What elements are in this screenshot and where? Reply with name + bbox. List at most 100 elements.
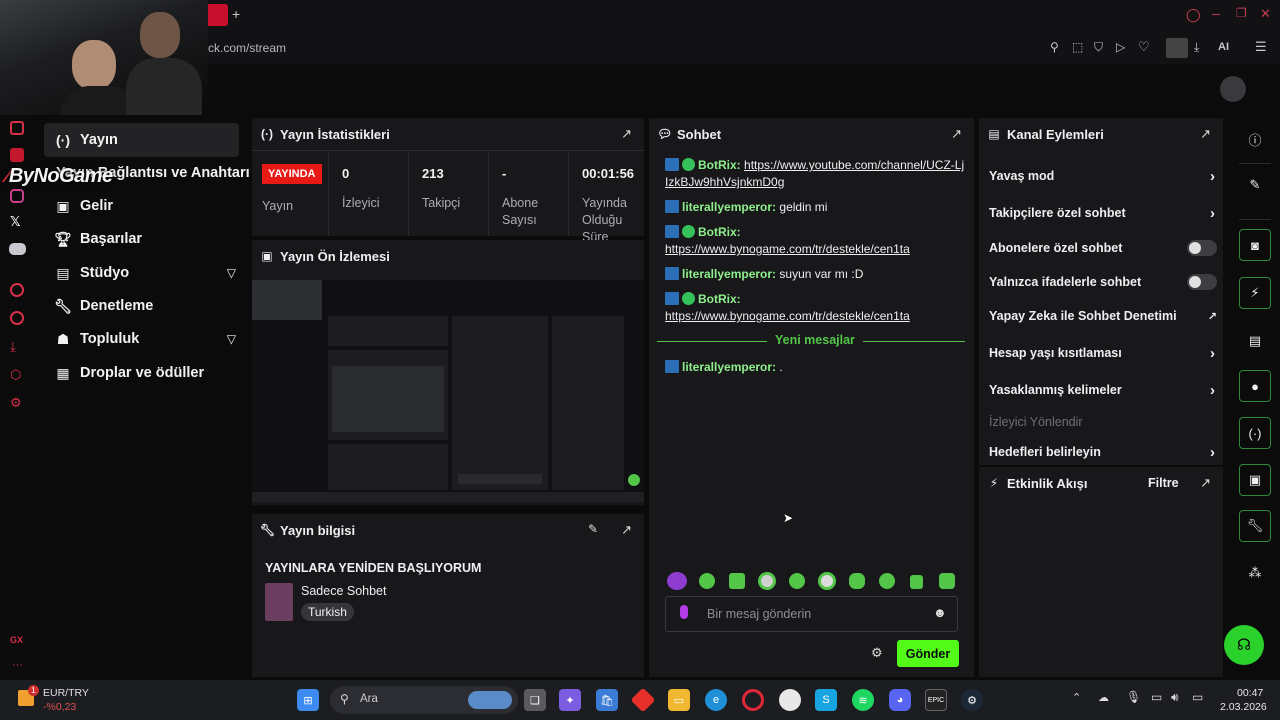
action-banned-words[interactable]: Yasaklanmış kelimeler › [989,376,1217,404]
nav-item-droplar[interactable]: ▦ Droplar ve ödüller [46,357,246,389]
file-explorer-icon[interactable]: ▭ [668,689,690,711]
player-icon[interactable] [10,283,24,297]
category-name[interactable]: Sadece Sohbet [301,584,387,598]
camera-icon[interactable]: ◙ [1239,229,1271,261]
popout-icon[interactable]: ↗ [621,522,632,538]
instagram-icon[interactable] [10,189,24,203]
popout-icon[interactable]: ↗ [1200,475,1211,491]
emoji-icon[interactable]: ☻ [933,605,947,620]
chat-link[interactable]: https://www.bynogame.com/tr/destekle/cen… [665,309,910,323]
url-text[interactable]: ck.com/stream [208,41,286,55]
chat-username[interactable]: BotRix: [698,225,741,239]
emote-only-toggle[interactable] [1187,274,1217,290]
chat-settings-icon[interactable]: ⚙ [871,645,883,661]
nav-item-yayin[interactable]: (·) Yayın [46,124,246,156]
maximize-icon[interactable]: ❐ [1236,6,1247,20]
emote-icon[interactable] [939,573,955,589]
history-icon[interactable] [10,311,24,325]
shield-icon[interactable]: ⛉ [1094,40,1103,55]
user-avatar[interactable] [1220,76,1246,102]
subscribers-only-toggle[interactable] [1187,240,1217,256]
nav-item-basarilar[interactable]: 🏆︎ Başarılar [46,223,246,255]
send-button[interactable]: Gönder [897,640,959,667]
popout-icon[interactable]: ↗ [1200,126,1211,142]
microphone-icon[interactable] [680,605,688,619]
profile-thumbnail[interactable] [1166,38,1188,58]
windows-start-icon[interactable]: ⊞ [297,689,319,711]
emote-icon[interactable] [818,572,836,590]
action-set-goals[interactable]: Hedefleri belirleyin › [989,438,1217,466]
mic-icon[interactable]: 🎙︎ [1126,690,1141,704]
edit-icon[interactable]: ✎ [588,522,598,536]
battery-icon[interactable]: ▭ [1192,690,1203,704]
category-thumbnail[interactable] [265,583,293,621]
pin-icon[interactable]: ⚲ [1050,40,1059,54]
popout-icon[interactable]: ↗ [621,126,632,142]
tag-pill[interactable]: Turkish [301,603,354,621]
volume-icon[interactable]: 🔊︎ [1171,690,1179,705]
stream-preview-video[interactable] [252,280,644,502]
chat-input-box[interactable]: Bir mesaj gönderin ☻ [665,596,958,632]
emote-icon[interactable] [789,573,805,589]
tray-chevron-icon[interactable]: ⌃ [1072,691,1081,704]
share-icon[interactable]: ⁂ [1239,557,1271,589]
snapshot-icon[interactable]: ⬚ [1072,40,1083,54]
ai-button[interactable]: AI [1218,41,1229,53]
action-slow-mode[interactable]: Yavaş mod › [989,162,1217,190]
chat-username[interactable]: literallyemperor: [682,200,776,214]
action-ai-moderation[interactable]: Yapay Zeka ile Sohbet Denetimi ↗ [989,302,1217,330]
chat-input-placeholder[interactable]: Bir mesaj gönderin [707,607,811,621]
settings-icon[interactable]: ⚙ [10,395,22,411]
anydesk-icon[interactable] [630,687,656,713]
cloud-icon[interactable]: ☁ [1098,691,1109,704]
filter-button[interactable]: Filtre [1148,476,1179,490]
nav-item-topluluk[interactable]: ☗ Topluluk ▽ [46,323,236,355]
host-icon[interactable]: ▣ [1239,464,1271,496]
store-icon[interactable]: 🛍︎ [596,689,618,711]
search-icon[interactable]: ◯ [1186,7,1201,23]
chat-link[interactable]: https://www.bynogame.com/tr/destekle/cen… [665,242,910,256]
steam-icon[interactable]: ⚙ [961,689,983,711]
action-followers-only[interactable]: Takipçilere özel sohbet › [989,199,1217,227]
more-icon[interactable]: ··· [12,659,23,671]
edge-icon[interactable]: e [705,689,727,711]
minimize-icon[interactable]: – [1212,5,1220,21]
menu-icon[interactable]: ☰ [1255,39,1267,55]
download-icon[interactable]: ⤓ [1194,40,1199,55]
play-icon[interactable]: ▷ [1116,40,1125,54]
spotify-icon[interactable]: ≋ [852,689,874,711]
x-icon[interactable]: 𝕏 [10,214,20,230]
chrome-icon[interactable] [779,689,801,711]
chat-username[interactable]: literallyemperor: [682,360,776,374]
clock-time[interactable]: 00:47 [1237,687,1263,699]
emote-icon[interactable] [910,575,923,589]
emote-icon[interactable] [667,572,687,590]
messenger-icon[interactable] [10,148,24,162]
support-headset-icon[interactable]: ☊ [1224,625,1264,665]
emote-icon[interactable] [729,573,745,589]
gx-control-icon[interactable] [10,121,24,135]
chat-username[interactable]: BotRix: [698,158,741,172]
currency-pair[interactable]: EUR/TRY [43,687,89,699]
downloads-icon[interactable]: ⤓ [10,339,16,355]
wrench-icon[interactable]: 🔧︎ [1239,510,1271,542]
lightning-icon[interactable]: ⚡︎ [1239,277,1271,309]
opera-gx-icon[interactable] [742,689,764,711]
new-tab-button[interactable]: + [232,6,246,22]
skype-icon[interactable]: S [815,689,837,711]
clock-date[interactable]: 2.03.2026 [1220,701,1267,713]
epic-games-icon[interactable]: EPIC [925,689,947,711]
discord-icon[interactable]: ◕ [889,689,911,711]
task-view-icon[interactable]: ❏ [524,689,546,711]
nav-item-denetleme[interactable]: 🔧︎ Denetleme [46,290,246,322]
network-icon[interactable]: ▭ [1151,690,1162,704]
close-icon[interactable]: ✕ [1260,6,1271,22]
edit-icon[interactable]: ✎ [1239,169,1271,201]
emote-icon[interactable] [849,573,865,589]
discord-icon[interactable] [9,243,26,255]
action-account-age[interactable]: Hesap yaşı kısıtlaması › [989,339,1217,367]
nav-item-studyo[interactable]: ▤ Stüdyo ▽ [46,257,236,289]
emote-icon[interactable] [699,573,715,589]
broadcast-icon[interactable]: (·) [1239,417,1271,449]
nav-item-gelir[interactable]: ▣ Gelir [46,190,246,222]
